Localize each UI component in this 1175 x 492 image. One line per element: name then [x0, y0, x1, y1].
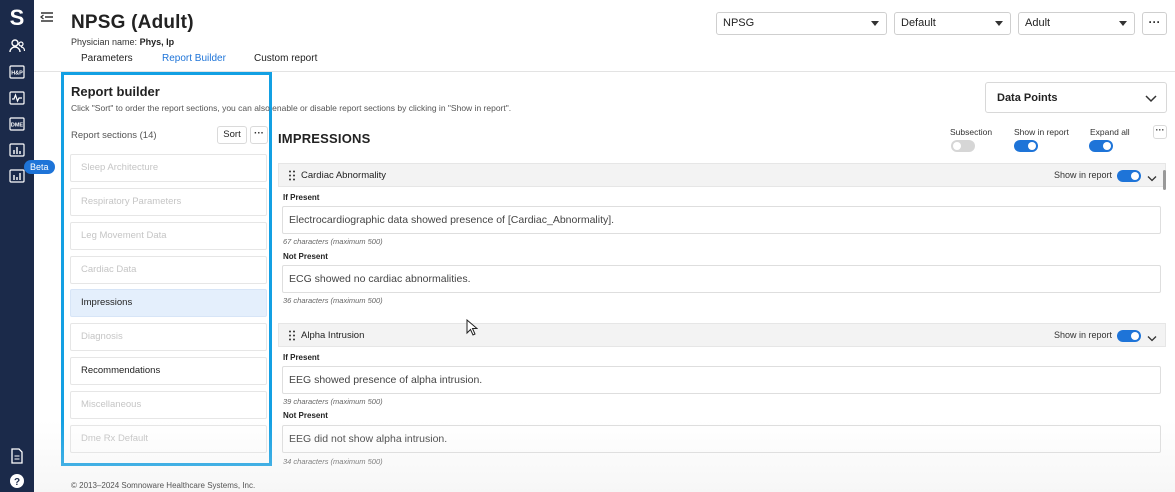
physician-label: Physician name: [71, 37, 138, 47]
app-logo[interactable]: S [0, 6, 34, 30]
report-builder-panel: Report builder Click "Sort" to order the… [61, 72, 511, 466]
impressions-more-button[interactable]: ··· [1153, 125, 1167, 139]
sections-more-button[interactable]: ··· [250, 126, 268, 144]
impressions-title: IMPRESSIONS [278, 131, 371, 146]
tab-parameters[interactable]: Parameters [81, 53, 133, 64]
svg-text:DME: DME [11, 123, 24, 129]
beta-badge: Beta [24, 160, 55, 174]
if-present-label: If Present [283, 353, 320, 362]
section-item[interactable]: Cardiac Data [70, 256, 267, 284]
hsat-icon[interactable]: H&P [5, 62, 29, 82]
subsection-toggle[interactable] [951, 140, 975, 152]
age-group-select[interactable]: Adult [1018, 12, 1135, 35]
dme-icon[interactable]: DME [5, 114, 29, 134]
character-count: 39 characters (maximum 500) [283, 397, 383, 406]
caret-down-icon [1119, 21, 1127, 26]
data-points-dropdown[interactable]: Data Points [985, 82, 1167, 113]
template-value: Default [901, 17, 936, 29]
if-present-label: If Present [283, 193, 320, 202]
section-item-active[interactable]: Impressions [70, 289, 267, 317]
if-present-textbox[interactable]: EEG showed presence of alpha intrusion. [282, 366, 1161, 394]
caret-down-icon [871, 21, 879, 26]
physician-value: Phys, Ip [139, 37, 175, 47]
section-item[interactable]: Miscellaneous [70, 391, 267, 419]
show-in-report-label: Show in report [1014, 127, 1069, 137]
waveform-icon[interactable] [5, 88, 29, 108]
not-present-label: Not Present [283, 252, 328, 261]
age-group-value: Adult [1025, 17, 1051, 29]
section-item[interactable]: Leg Movement Data [70, 222, 267, 250]
help-icon[interactable]: ? [5, 471, 29, 491]
section-item[interactable]: Recommendations [70, 357, 267, 385]
mouse-cursor-icon [466, 318, 479, 339]
expand-all-label: Expand all [1090, 127, 1130, 137]
svg-text:H&P: H&P [11, 71, 23, 77]
section-item[interactable]: Respiratory Parameters [70, 188, 267, 216]
character-count: 34 characters (maximum 500) [283, 457, 383, 466]
document-icon[interactable] [5, 446, 29, 466]
tab-custom-report[interactable]: Custom report [254, 53, 317, 64]
physician-name: Physician name: Phys, Ip [71, 37, 174, 47]
card-show-in-report-label: Show in report [1054, 170, 1113, 180]
character-count: 36 characters (maximum 500) [283, 296, 383, 305]
scrollbar-thumb[interactable] [1163, 170, 1166, 190]
drag-handle-icon[interactable] [289, 330, 295, 341]
not-present-textbox[interactable]: EEG did not show alpha intrusion. [282, 425, 1161, 453]
report-sections-count: Report sections (14) [71, 130, 157, 141]
not-present-label: Not Present [283, 411, 328, 420]
collapse-menu-icon[interactable] [40, 11, 56, 25]
card-header-cardiac-abnormality[interactable]: Cardiac Abnormality Show in report [278, 163, 1166, 187]
subsection-label: Subsection [950, 127, 993, 137]
header-more-button[interactable]: ··· [1142, 12, 1167, 35]
not-present-textbox[interactable]: ECG showed no cardiac abnormalities. [282, 265, 1161, 293]
template-select[interactable]: Default [894, 12, 1011, 35]
page-title: NPSG (Adult) [71, 12, 194, 33]
section-item[interactable]: Sleep Architecture [70, 154, 267, 182]
card-header-alpha-intrusion[interactable]: Alpha Intrusion Show in report [278, 323, 1166, 347]
show-in-report-toggle[interactable] [1014, 140, 1038, 152]
card-show-in-report-label: Show in report [1054, 330, 1113, 340]
expand-all-toggle[interactable] [1089, 140, 1113, 152]
report-builder-title: Report builder [71, 84, 160, 99]
chevron-down-icon[interactable] [1147, 171, 1157, 185]
left-rail: S H&P DME Beta ? [0, 0, 55, 492]
patients-icon[interactable] [5, 36, 29, 56]
footer-copyright: © 2013–2024 Somnoware Healthcare Systems… [71, 481, 256, 490]
section-item[interactable]: Dme Rx Default [70, 425, 267, 453]
sort-button[interactable]: Sort [217, 126, 247, 144]
character-count: 67 characters (maximum 500) [283, 237, 383, 246]
chevron-down-icon [1145, 92, 1157, 106]
if-present-textbox[interactable]: Electrocardiographic data showed presenc… [282, 206, 1161, 234]
section-item[interactable]: Diagnosis [70, 323, 267, 351]
chevron-down-icon[interactable] [1147, 331, 1157, 345]
drag-handle-icon[interactable] [289, 170, 295, 181]
svg-text:?: ? [14, 477, 20, 488]
tab-report-builder[interactable]: Report Builder [162, 53, 226, 64]
card-show-in-report-toggle[interactable] [1117, 170, 1141, 182]
caret-down-icon [995, 21, 1003, 26]
report-builder-description: Click "Sort" to order the report section… [71, 103, 512, 113]
data-points-label: Data Points [997, 92, 1058, 104]
card-title: Cardiac Abnormality [301, 170, 387, 181]
study-type-value: NPSG [723, 17, 755, 29]
card-title: Alpha Intrusion [301, 330, 365, 341]
card-show-in-report-toggle[interactable] [1117, 330, 1141, 342]
reports-icon[interactable] [5, 140, 29, 160]
study-type-select[interactable]: NPSG [716, 12, 887, 35]
